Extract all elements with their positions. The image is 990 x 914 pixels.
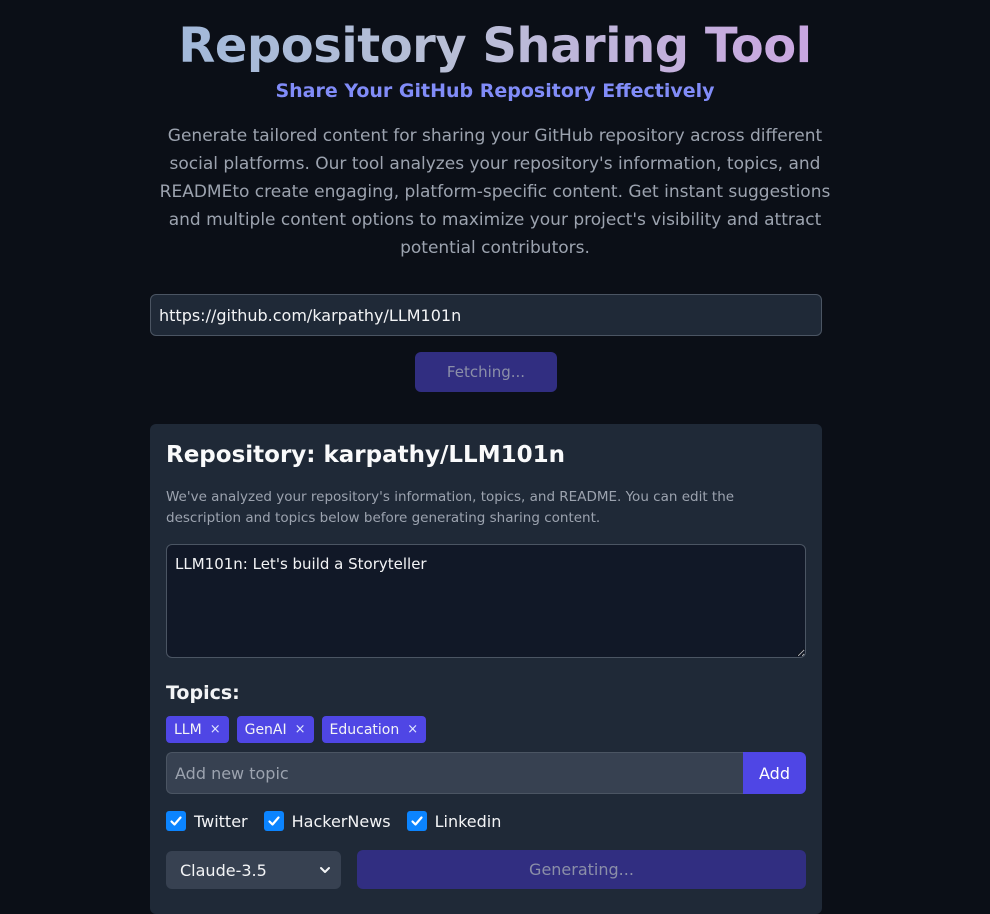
add-topic-button[interactable]: Add xyxy=(743,752,806,794)
platform-hackernews[interactable]: HackerNews xyxy=(263,811,391,831)
checkbox-hackernews[interactable] xyxy=(263,811,284,831)
checkmark-icon xyxy=(411,816,423,826)
platform-linkedin[interactable]: Linkedin xyxy=(406,811,502,831)
repo-url-input[interactable] xyxy=(150,294,822,336)
platform-options: Twitter HackerNews Linkedin xyxy=(166,811,501,831)
platform-twitter[interactable]: Twitter xyxy=(166,811,248,831)
page-title: Repository Sharing Tool xyxy=(0,16,990,76)
page-description: Generate tailored content for sharing yo… xyxy=(159,126,831,258)
page-subtitle: Share Your GitHub Repository Effectively xyxy=(275,80,715,102)
checkmark-icon xyxy=(170,816,182,826)
close-icon[interactable]: × xyxy=(407,722,418,737)
fetch-button[interactable]: Fetching... xyxy=(415,352,557,392)
topic-chip-label: GenAI xyxy=(244,721,287,738)
topic-chip-label: Education xyxy=(329,721,400,738)
model-select[interactable]: Claude-3.5 xyxy=(166,851,341,889)
topic-chip: Education × xyxy=(321,716,427,743)
checkbox-twitter[interactable] xyxy=(166,811,186,831)
repository-panel: Repository: karpathy/LLM101n We've analy… xyxy=(150,424,822,914)
close-icon[interactable]: × xyxy=(210,722,221,737)
chevron-down-icon xyxy=(320,867,330,873)
checkbox-linkedin[interactable] xyxy=(406,811,427,831)
model-select-value: Claude-3.5 xyxy=(180,860,267,880)
platform-label: HackerNews xyxy=(291,811,391,831)
topics-list: LLM × GenAI × Education × xyxy=(166,716,427,743)
generate-button[interactable]: Generating... xyxy=(357,850,806,889)
topic-chip: LLM × xyxy=(166,716,229,743)
platform-label: Linkedin xyxy=(434,811,502,831)
checkmark-icon xyxy=(268,816,280,826)
topics-label: Topics: xyxy=(166,682,240,704)
topic-chip-label: LLM xyxy=(174,721,202,738)
close-icon[interactable]: × xyxy=(295,722,306,737)
repository-title: Repository: karpathy/LLM101n xyxy=(166,442,565,468)
repository-note: We've analyzed your repository's informa… xyxy=(166,489,735,526)
topic-chip: GenAI × xyxy=(236,716,314,743)
description-textarea[interactable]: LLM101n: Let's build a Storyteller xyxy=(166,544,806,658)
platform-label: Twitter xyxy=(194,811,248,831)
new-topic-input[interactable] xyxy=(166,752,744,794)
